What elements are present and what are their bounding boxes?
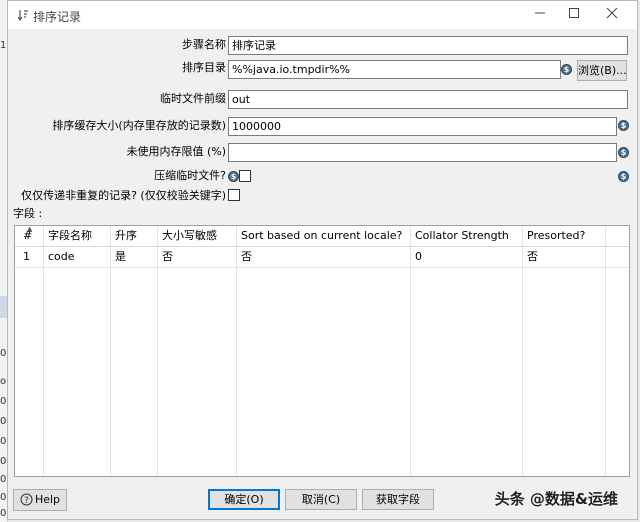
- column-header[interactable]: Presorted?: [523, 226, 605, 246]
- cancel-button[interactable]: 取消(C): [285, 489, 357, 510]
- unique-rows-label: 仅仅传递非重复的记录? (仅仅校验关键字): [21, 189, 226, 202]
- unique-rows-checkbox[interactable]: [228, 189, 240, 201]
- variable-icon[interactable]: $: [228, 171, 239, 182]
- collator-strength-cell[interactable]: 0: [411, 247, 522, 267]
- help-icon: ?: [20, 493, 33, 506]
- free-memory-label: 未使用内存限值 (%): [126, 145, 226, 158]
- grid-divider: [605, 226, 606, 476]
- tmp-prefix-label: 临时文件前缀: [160, 92, 226, 105]
- maximize-icon[interactable]: [559, 5, 589, 25]
- row-number: 1: [23, 250, 30, 263]
- sort-size-input[interactable]: 1000000: [228, 117, 617, 136]
- compress-checkbox[interactable]: [239, 170, 251, 182]
- column-header[interactable]: Collator Strength: [411, 226, 522, 246]
- help-button[interactable]: ? Help: [13, 489, 67, 511]
- step-name-input[interactable]: 排序记录: [228, 36, 628, 55]
- tmp-prefix-input[interactable]: out: [228, 90, 628, 109]
- variable-icon[interactable]: $: [618, 147, 629, 158]
- variable-icon[interactable]: $: [561, 64, 572, 75]
- fields-section-label: 字段 :: [13, 207, 43, 220]
- get-fields-button[interactable]: 获取字段: [362, 489, 434, 510]
- column-header[interactable]: #: [19, 226, 43, 246]
- column-header[interactable]: Sort based on current locale?: [237, 226, 410, 246]
- sort-rows-dialog: 排序记录 步骤名称 排序记录 排序目录 %%java.io.tmpdir%% $…: [7, 0, 638, 520]
- sort-size-label: 排序缓存大小(内存里存放的记录数): [52, 119, 226, 132]
- grid-row-line: [15, 267, 629, 268]
- column-header[interactable]: 大小写敏感: [158, 226, 236, 246]
- locale-sort-cell[interactable]: 否: [237, 247, 410, 267]
- ok-button[interactable]: 确定(O): [208, 489, 280, 510]
- field-name-cell[interactable]: code: [44, 247, 110, 267]
- ascending-cell[interactable]: 是: [111, 247, 157, 267]
- case-sensitive-cell[interactable]: 否: [158, 247, 236, 267]
- sort-fields-table[interactable]: ▲ # 字段名称 升序 大小写敏感 Sort based on current …: [14, 225, 630, 477]
- column-header[interactable]: 升序: [111, 226, 157, 246]
- sort-app-icon: [17, 9, 28, 22]
- sort-directory-input[interactable]: %%java.io.tmpdir%%: [228, 60, 561, 79]
- presorted-cell[interactable]: 否: [523, 247, 605, 267]
- sort-directory-label: 排序目录: [182, 61, 226, 74]
- column-header[interactable]: 字段名称: [44, 226, 110, 246]
- minimize-icon[interactable]: [525, 5, 555, 25]
- free-memory-input[interactable]: [228, 143, 617, 162]
- variable-icon[interactable]: $: [618, 171, 629, 182]
- svg-text:?: ?: [24, 496, 29, 506]
- table-header: # 字段名称 升序 大小写敏感 Sort based on current lo…: [15, 226, 629, 247]
- help-label: Help: [34, 493, 61, 506]
- step-name-label: 步骤名称: [182, 38, 226, 51]
- window-title: 排序记录: [33, 10, 82, 24]
- close-icon[interactable]: [597, 5, 627, 25]
- watermark-text: 头条 @数据&运维: [494, 490, 618, 508]
- browse-button[interactable]: 浏览(B)...: [577, 60, 627, 81]
- compress-label: 压缩临时文件?: [154, 169, 226, 182]
- title-bar[interactable]: 排序记录: [8, 1, 637, 29]
- variable-icon[interactable]: $: [618, 120, 629, 131]
